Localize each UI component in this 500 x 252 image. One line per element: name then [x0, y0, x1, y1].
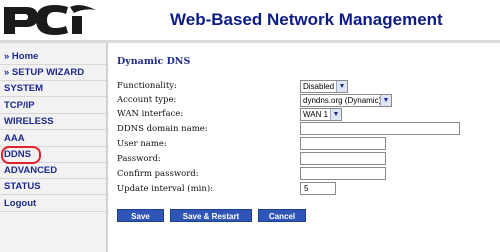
wan-interface-select[interactable]: WAN 1 ▼ [300, 108, 342, 121]
confirm-password-input[interactable] [300, 167, 386, 180]
save-button[interactable]: Save [117, 209, 164, 222]
update-interval-input[interactable]: 5 [300, 182, 336, 195]
sidebar-item-advanced[interactable]: ADVANCED [0, 163, 106, 179]
wan-interface-label: WAN interface: [117, 109, 184, 119]
sidebar-item-wireless[interactable]: WIRELESS [0, 114, 106, 130]
sidebar-item-setup-wizard[interactable]: » SETUP WIZARD [0, 65, 106, 81]
header: Web-Based Network Management [0, 0, 500, 40]
sidebar-item-home[interactable]: » Home [0, 49, 106, 65]
user-name-label: User name: [117, 139, 167, 149]
domain-name-input[interactable] [300, 122, 460, 135]
chevron-down-icon: ▼ [336, 81, 347, 92]
main-content: Dynamic DNS Functionality: Disabled ▼ Ac… [110, 43, 500, 252]
sidebar-item-aaa[interactable]: AAA [0, 131, 106, 147]
chevron-down-icon: ▼ [330, 109, 341, 120]
password-label: Password: [117, 154, 161, 164]
update-interval-label: Update interval (min): [117, 184, 214, 194]
pci-logo [4, 5, 96, 35]
chevron-down-icon: ▼ [380, 95, 391, 106]
functionality-value: Disabled [303, 82, 335, 91]
sidebar-item-status[interactable]: STATUS [0, 179, 106, 195]
account-type-label: Account type: [117, 95, 177, 105]
sidebar-item-system[interactable]: SYSTEM [0, 81, 106, 97]
sidebar-item-tcpip[interactable]: TCP/IP [0, 98, 106, 114]
password-input[interactable] [300, 152, 386, 165]
sidebar-item-logout[interactable]: Logout [0, 196, 106, 212]
user-name-input[interactable] [300, 137, 386, 150]
wan-interface-value: WAN 1 [303, 110, 329, 119]
page-title: Dynamic DNS [117, 56, 191, 67]
functionality-label: Functionality: [117, 81, 177, 91]
account-type-select[interactable]: dyndns.org (Dynamic) ▼ [300, 94, 392, 107]
save-restart-button[interactable]: Save & Restart [170, 209, 252, 222]
confirm-password-label: Confirm password: [117, 169, 199, 179]
app-title: Web-Based Network Management [170, 10, 443, 29]
account-type-value: dyndns.org (Dynamic) [303, 96, 382, 105]
functionality-select[interactable]: Disabled ▼ [300, 80, 348, 93]
cancel-button[interactable]: Cancel [258, 209, 306, 222]
active-item-highlight [1, 146, 41, 164]
domain-name-label: DDNS domain name: [117, 124, 208, 134]
